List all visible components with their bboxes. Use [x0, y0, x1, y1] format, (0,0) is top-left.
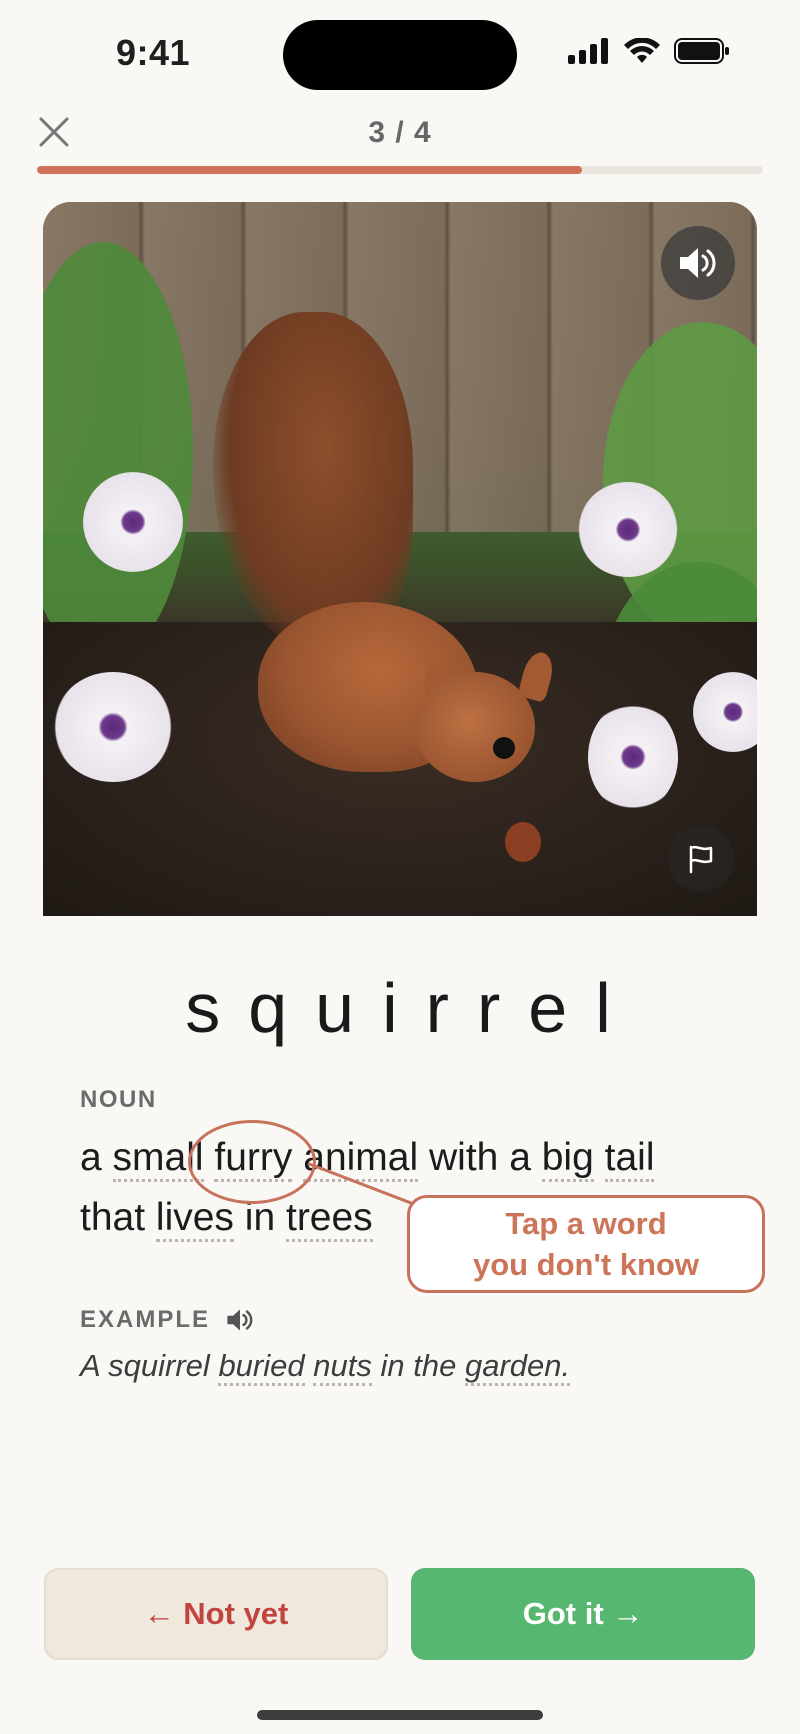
- example-word[interactable]: the: [413, 1348, 456, 1383]
- petunia-flower: [578, 482, 678, 577]
- example-word[interactable]: nuts: [313, 1348, 372, 1386]
- speaker-icon: [680, 248, 716, 278]
- squirrel-tail: [213, 312, 413, 652]
- part-of-speech: NOUN: [80, 1086, 157, 1113]
- example-word[interactable]: squirrel: [108, 1348, 210, 1383]
- petunia-flower: [53, 672, 173, 782]
- definition-word[interactable]: tail: [604, 1136, 655, 1182]
- example-label: EXAMPLE: [80, 1306, 211, 1333]
- example-word[interactable]: in: [380, 1348, 404, 1383]
- status-time: 9:41: [116, 32, 191, 73]
- wifi-icon: [624, 38, 660, 63]
- got-it-button[interactable]: Got it →: [411, 1568, 755, 1660]
- example-word[interactable]: A: [80, 1348, 100, 1383]
- speaker-icon[interactable]: [226, 1308, 254, 1332]
- petunia-flower: [83, 472, 183, 572]
- nut: [505, 822, 541, 862]
- petunia-flower: [588, 702, 678, 812]
- definition-word[interactable]: animal: [303, 1136, 419, 1182]
- signal-icon: [568, 38, 608, 64]
- image-sound-button[interactable]: [661, 226, 735, 300]
- definition-word[interactable]: big: [541, 1136, 594, 1182]
- not-yet-button[interactable]: ← Not yet: [44, 1568, 388, 1660]
- tap-word-tooltip: Tap a word you don't know: [407, 1195, 765, 1293]
- status-icons: [568, 38, 730, 64]
- report-image-button[interactable]: [668, 826, 734, 892]
- flag-icon: [689, 845, 713, 874]
- tooltip-line: you don't know: [472, 1247, 700, 1282]
- progress-counter: 3 / 4: [368, 116, 432, 149]
- progress-fill: [37, 166, 582, 174]
- example-word[interactable]: buried: [218, 1348, 305, 1386]
- progress-bar: [37, 166, 763, 174]
- definition-word[interactable]: a: [509, 1136, 531, 1179]
- definition-word[interactable]: that: [80, 1196, 145, 1239]
- example-header: EXAMPLE: [80, 1306, 254, 1334]
- vocabulary-word: squirrel: [185, 969, 639, 1047]
- definition-word[interactable]: a: [80, 1136, 102, 1179]
- example-word[interactable]: garden.: [464, 1348, 571, 1386]
- home-indicator: [257, 1710, 543, 1720]
- definition-word[interactable]: lives: [155, 1196, 234, 1242]
- definition-word[interactable]: with: [429, 1136, 498, 1179]
- squirrel-eye: [493, 737, 515, 759]
- dynamic-island: [283, 20, 517, 90]
- definition-word-highlighted[interactable]: furry: [214, 1136, 293, 1182]
- battery-icon: [674, 38, 729, 64]
- definition-word[interactable]: trees: [285, 1196, 373, 1242]
- example-sentence: A squirrel buried nuts in the garden.: [80, 1348, 571, 1386]
- squirrel-head: [415, 672, 535, 782]
- status-bar: 9:41: [0, 0, 800, 100]
- tooltip-line: Tap a word: [505, 1206, 667, 1241]
- word-image: [43, 202, 757, 916]
